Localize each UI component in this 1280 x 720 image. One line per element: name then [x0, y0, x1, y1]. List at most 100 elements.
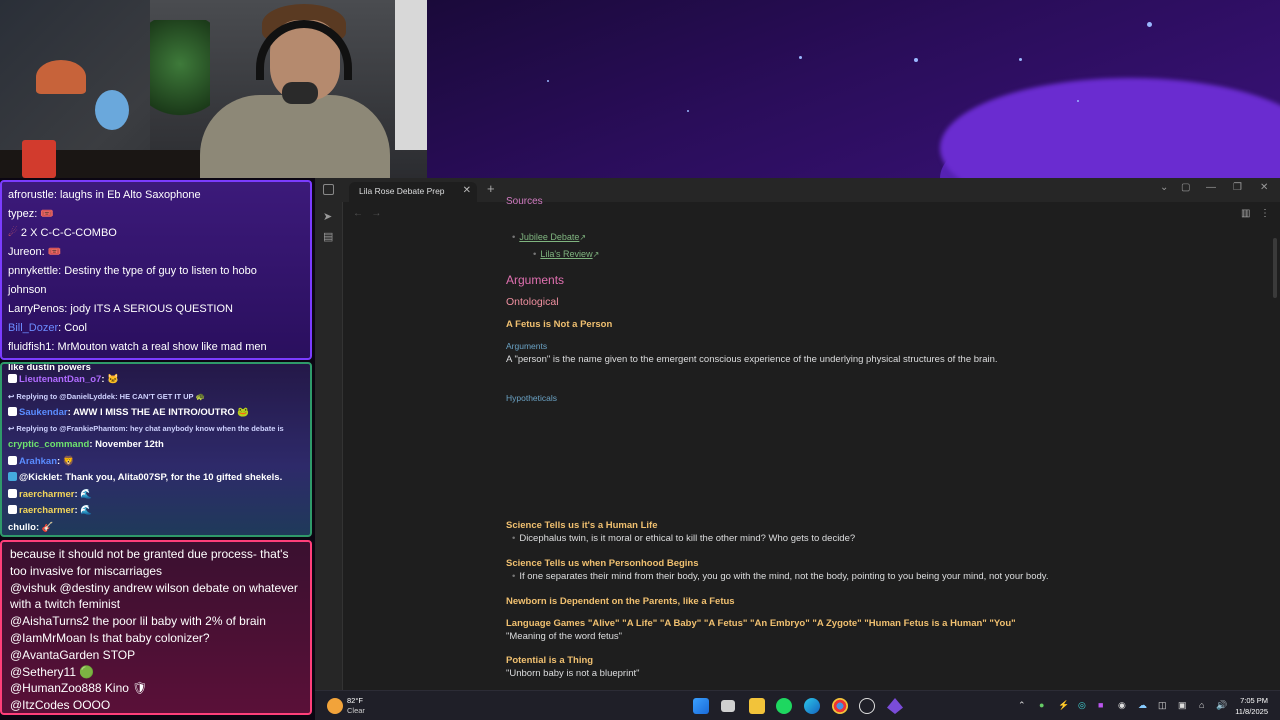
chat-reply: ↩ Replying to @FrankiePhantom: hey chat … [8, 424, 284, 433]
link-jubilee-debate[interactable]: Jubilee Debate [519, 232, 579, 242]
heading-potential: Potential is a Thing [506, 655, 594, 666]
new-tab-icon[interactable]: + [487, 181, 495, 196]
heading-newborn: Newborn is Dependent on the Parents, lik… [506, 596, 735, 607]
link-lilas-review[interactable]: Lila's Review [540, 249, 592, 259]
chat-message: johnson [8, 284, 47, 296]
badge-icon [8, 406, 17, 416]
chat-message: like dustin powers [8, 364, 91, 372]
space-background [427, 0, 1280, 178]
chat-message: cryptic_command: November 12th [8, 439, 164, 450]
clock-time: 7:05 PM [1240, 696, 1268, 705]
heading-science-human-life: Science Tells us it's a Human Life [506, 520, 658, 531]
nav-arrows: ← → [353, 208, 381, 219]
tab-label: Lila Rose Debate Prep [359, 186, 445, 196]
steam-icon[interactable]: ◉ [1118, 700, 1126, 711]
heading-arguments: Arguments [506, 273, 565, 287]
chat-panel-middle[interactable]: like dustin powers LieutenantDan_o7: 🐱 ↩… [0, 362, 312, 537]
screen: afrorustle: laughs in Eb Alto Saxophone … [0, 0, 1280, 720]
tray-app-icon[interactable]: ◎ [1078, 700, 1086, 711]
clock[interactable]: 7:05 PM 11/8/2025 [1235, 695, 1268, 717]
maximize-icon[interactable]: ❐ [1233, 182, 1242, 193]
chat-message: Jureon: 🎟️ [8, 246, 62, 258]
forward-arrow-icon[interactable]: → [371, 208, 381, 219]
heading-ontological: Ontological [506, 296, 559, 308]
badge-icon [8, 374, 17, 383]
chat-panel-top[interactable]: afrorustle: laughs in Eb Alto Saxophone … [0, 180, 312, 360]
external-link-icon: ↗ [592, 250, 600, 259]
chat-message: chullo: 🎸 [8, 521, 54, 533]
chevron-down-icon[interactable]: ⌄ [1160, 182, 1168, 193]
bullet-separates: If one separates their mind from their b… [519, 571, 1049, 582]
badge-icon [8, 455, 17, 465]
paragraph-meaning: "Meaning of the word fetus" [506, 631, 623, 642]
chat-message: afrorustle: laughs in Eb Alto Saxophone [8, 189, 201, 201]
bot-badge-icon [8, 472, 17, 481]
heading-fetus-not-person: A Fetus is Not a Person [506, 319, 613, 330]
chat-message: @HumanZoo888 Kino 🛡 [10, 681, 148, 696]
weather-temp: 82°F [347, 696, 363, 705]
start-icon[interactable] [693, 698, 709, 714]
bullet-icon: • [512, 232, 516, 243]
edge-icon[interactable] [804, 698, 820, 714]
chat-reply: ↩ Replying to @DanielLyddek: HE CAN'T GE… [8, 391, 205, 401]
bullet-dicephalus: Dicephalus twin, is it moral or ethical … [519, 533, 856, 544]
volume-icon[interactable]: 🔊 [1216, 700, 1227, 711]
chat-message: @vishuk @destiny andrew wilson debate on… [10, 580, 298, 612]
files-icon[interactable]: ▤ [323, 230, 333, 243]
chat-message: LieutenantDan_o7: 🐱 [8, 372, 304, 389]
taskbar: 82°F Clear ⌃ ● ⚡ ◎ ■ ◉ ☁ ◫ ▣ ⌂ 🔊 7:05 PM… [315, 690, 1280, 720]
bullet-icon: • [512, 533, 516, 544]
chat-message: Arahkan: 🦁 [8, 454, 304, 471]
note-content[interactable]: Sources • Jubilee Debate↗ • Lila's Review↗… [506, 196, 1266, 690]
chat-message: fluidfish1: MrMouton watch a real show l… [8, 341, 267, 353]
tray-app-icon[interactable]: ☁ [1138, 700, 1147, 711]
paragraph-unborn: "Unborn baby is not a blueprint" [506, 668, 640, 679]
chat-message: Saukendar: AWW I MISS THE AE INTRO/OUTRO… [8, 405, 304, 422]
chat-message: pnnykettle: Destiny the type of guy to l… [8, 265, 257, 277]
tab-lila-rose-debate-prep[interactable]: Lila Rose Debate Prep ✕ [349, 182, 477, 202]
external-link-icon: ↗ [579, 233, 587, 242]
obsidian-window: Lila Rose Debate Prep ✕ + ⌄ ▢ — ❐ ✕ ➤ ▤ … [315, 178, 1280, 690]
chat-message: @AishaTurns2 the poor lil baby with 2% o… [10, 614, 266, 629]
chat-message: typez: 🎟️ [8, 208, 55, 220]
back-arrow-icon[interactable]: ← [353, 208, 363, 219]
sidebar-toggle-icon[interactable] [323, 184, 334, 195]
heading-arguments-sub: Arguments [506, 341, 548, 351]
tray-app-icon[interactable]: ⚡ [1058, 700, 1069, 711]
file-explorer-icon[interactable] [749, 698, 765, 714]
chat-message: because it should not be granted due pro… [10, 547, 289, 578]
task-view-icon[interactable] [721, 700, 735, 712]
tray-app-icon[interactable]: ▣ [1178, 700, 1187, 711]
tray-app-icon[interactable]: ◫ [1158, 700, 1167, 711]
spotify-icon[interactable] [776, 698, 792, 714]
chat-message: @ItzCodes OOOO [10, 698, 111, 713]
send-icon[interactable]: ➤ [323, 210, 332, 223]
obsidian-icon[interactable] [887, 698, 903, 714]
combo-icon: ☄ [8, 227, 21, 239]
tray-app-icon[interactable]: ■ [1098, 700, 1103, 710]
chat-panel-bottom[interactable]: because it should not be granted due pro… [0, 540, 312, 715]
minimize-icon[interactable]: — [1206, 182, 1216, 193]
badge-icon [8, 488, 17, 498]
chat-message: raercharmer: 🌊 [8, 487, 304, 504]
chat-message: @IamMrMoan Is that baby colonizer? [10, 630, 210, 645]
paragraph-person: A "person" is the name given to the emer… [506, 354, 998, 365]
sidebar-right-icon[interactable]: ▢ [1181, 182, 1190, 193]
network-icon[interactable]: ⌂ [1199, 700, 1204, 710]
chat-message: LarryPenos: jody ITS A SERIOUS QUESTION [8, 303, 233, 315]
chrome-icon[interactable] [832, 698, 848, 714]
heading-sources: Sources [506, 196, 543, 207]
chat-message: @AvantaGarden STOP [10, 647, 136, 662]
sun-icon [327, 698, 343, 714]
close-tab-icon[interactable]: ✕ [463, 185, 471, 196]
obs-icon[interactable] [859, 698, 875, 714]
close-window-icon[interactable]: ✕ [1260, 182, 1268, 193]
bullet-icon: • [533, 249, 537, 260]
tray-app-icon[interactable]: ● [1039, 700, 1044, 710]
chat-message: Bill_Dozer: Cool [8, 322, 87, 334]
heading-language-games: Language Games "Alive" "A Life" "A Baby"… [506, 618, 1016, 629]
webcam-feed [0, 0, 427, 178]
weather-condition: Clear [347, 706, 365, 715]
chevron-up-icon[interactable]: ⌃ [1018, 700, 1026, 711]
scrollbar[interactable] [1273, 238, 1277, 298]
